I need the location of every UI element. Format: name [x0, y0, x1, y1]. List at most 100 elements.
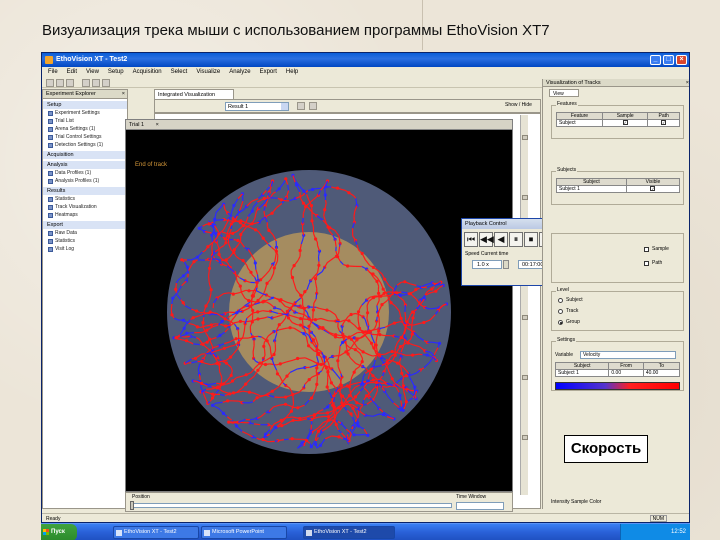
explorer-group[interactable]: Setup [43, 101, 127, 109]
menu-item-visualize[interactable]: Visualize [196, 67, 220, 78]
speed-spinner[interactable] [503, 260, 509, 269]
explorer-item[interactable]: Arena Settings (1) [43, 125, 127, 133]
path-checkbox[interactable]: ✓ [661, 120, 667, 125]
explorer-item[interactable]: Statistics [43, 195, 127, 203]
variable-select[interactable]: Velocity [580, 351, 676, 359]
option-path[interactable]: Path [644, 260, 662, 266]
table-row[interactable]: Subject ✓ ✓ [556, 119, 680, 127]
explorer-item[interactable]: Visit Log [43, 245, 127, 253]
viz-panel-header: Visualization of Tracks × [543, 79, 689, 87]
new-icon[interactable] [46, 79, 54, 87]
viz-panel-title: Visualization of Tracks [546, 80, 601, 86]
time-window-field[interactable] [456, 502, 504, 510]
speed-field[interactable]: 1.0 x [472, 260, 502, 269]
fit-icon[interactable] [309, 102, 317, 110]
tab-view[interactable]: View [549, 89, 579, 97]
col-to: To [642, 362, 681, 370]
taskbar-button-2[interactable]: Microsoft PowerPoint [201, 526, 287, 539]
playback-button[interactable]: ⏹ [524, 232, 538, 247]
menu-item-view[interactable]: View [86, 67, 99, 78]
slider-thumb[interactable] [130, 501, 134, 510]
menu-item-select[interactable]: Select [171, 67, 188, 78]
open-icon[interactable] [56, 79, 64, 87]
table-row[interactable]: Subject 1 0.00 40.00 [554, 369, 681, 377]
taskbar-button-3[interactable]: EthoVision XT - Test2 [303, 526, 395, 539]
sample-checkbox[interactable]: ✓ [622, 120, 628, 125]
radio-group[interactable] [558, 319, 563, 325]
menu-item-export[interactable]: Export [260, 67, 277, 78]
cut-icon[interactable] [82, 79, 90, 87]
explorer-item[interactable]: Raw Data [43, 229, 127, 237]
vertical-scrollbar[interactable] [520, 115, 528, 495]
result-select[interactable]: Result 1 [225, 102, 289, 111]
app-icon [116, 530, 122, 536]
zoom-icon[interactable] [297, 102, 305, 110]
track-segment [366, 305, 369, 313]
table-row[interactable]: Subject 1 ✓ [556, 185, 681, 193]
visible-checkbox[interactable]: ✓ [650, 186, 656, 191]
menu-item-analyze[interactable]: Analyze [229, 67, 250, 78]
track-segment [333, 397, 335, 402]
explorer-item[interactable]: Experiment Settings [43, 109, 127, 117]
level-subject[interactable]: Subject [558, 297, 583, 303]
window-titlebar[interactable]: EthoVision XT - Test2 _ □ × [42, 53, 689, 67]
radio-subject[interactable] [558, 297, 563, 303]
maximize-button[interactable]: □ [663, 55, 674, 65]
explorer-item[interactable]: Data Profiles (1) [43, 169, 127, 177]
playback-button[interactable]: ◀◀ [479, 232, 494, 247]
menu-item-help[interactable]: Help [286, 67, 298, 78]
explorer-item[interactable]: Detection Settings (1) [43, 141, 127, 149]
menu-item-file[interactable]: File [48, 67, 58, 78]
range-from[interactable]: 0.00 [608, 369, 644, 377]
features-table: Feature Sample Path Subject ✓ ✓ [556, 112, 680, 127]
show-hide-button[interactable]: Show / Hide [505, 102, 532, 108]
level-track[interactable]: Track [558, 308, 578, 314]
explorer-item-label: Visit Log [55, 246, 75, 252]
explorer-item[interactable]: Analysis Profiles (1) [43, 177, 127, 185]
menu-item-setup[interactable]: Setup [108, 67, 124, 78]
menu-item-acquisition[interactable]: Acquisition [133, 67, 162, 78]
close-button[interactable]: × [676, 55, 687, 65]
taskbar-button-1[interactable]: EthoVision XT - Test2 [113, 526, 199, 539]
options-group: Sample Path [551, 233, 684, 283]
menu-item-edit[interactable]: Edit [67, 67, 77, 78]
explorer-group[interactable]: Acquisition [43, 151, 127, 159]
explorer-item[interactable]: Heatmaps [43, 211, 127, 219]
playback-button[interactable]: ◀ [494, 232, 508, 247]
range-subject: Subject 1 [554, 369, 610, 377]
position-slider[interactable] [130, 503, 452, 508]
app-icon [306, 530, 312, 536]
level-group-option[interactable]: Group [558, 319, 580, 325]
range-to[interactable]: 40.00 [642, 369, 681, 377]
track-segment [339, 243, 341, 247]
explorer-group[interactable]: Export [43, 221, 127, 229]
explorer-item[interactable]: Trial List [43, 117, 127, 125]
paste-icon[interactable] [102, 79, 110, 87]
explorer-group[interactable]: Analysis [43, 161, 127, 169]
track-segment [225, 237, 227, 243]
minimize-button[interactable]: _ [650, 55, 661, 65]
position-label: Position [132, 494, 150, 500]
chevron-down-icon [281, 103, 288, 110]
start-label: Пуск [51, 529, 65, 535]
explorer-item[interactable]: Statistics [43, 237, 127, 245]
position-bar: Position Time Window [125, 492, 513, 512]
option-sample[interactable]: Sample [644, 246, 669, 252]
playback-button[interactable]: ⏮ [464, 232, 478, 247]
close-icon[interactable]: × [156, 122, 159, 128]
track-segment [245, 289, 250, 292]
save-icon[interactable] [66, 79, 74, 87]
explorer-item[interactable]: Trial Control Settings [43, 133, 127, 141]
path-option-checkbox[interactable] [644, 260, 649, 266]
tab-integrated-visualization[interactable]: Integrated Visualization [154, 89, 234, 99]
close-icon[interactable]: × [122, 90, 125, 99]
playback-button[interactable]: ⏸ [509, 232, 523, 247]
explorer-group[interactable]: Results [43, 187, 127, 195]
start-button[interactable]: Пуск [41, 524, 77, 540]
sample-option-checkbox[interactable] [644, 246, 649, 252]
track-segment [376, 316, 378, 322]
copy-icon[interactable] [92, 79, 100, 87]
close-icon[interactable]: × [686, 79, 689, 87]
explorer-item[interactable]: Track Visualization [43, 203, 127, 211]
radio-track[interactable] [558, 308, 563, 314]
